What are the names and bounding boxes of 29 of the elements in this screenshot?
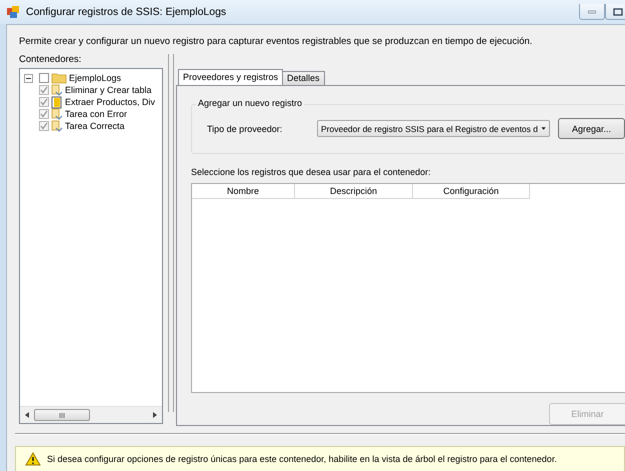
provider-label: Tipo de proveedor:: [207, 124, 284, 134]
provider-dropdown[interactable]: Proveedor de registro SSIS para el Registro de eventos d: [317, 120, 550, 137]
add-button[interactable]: Agregar...: [558, 118, 625, 139]
tree-item[interactable]: EjemploLogs: [69, 73, 122, 83]
folder-icon: [51, 72, 67, 84]
horizontal-scrollbar[interactable]: [20, 406, 162, 423]
tab[interactable]: Proveedores y registros: [178, 69, 284, 85]
column-header[interactable]: Configuración: [413, 184, 530, 198]
column-header[interactable]: Nombre: [192, 184, 296, 198]
warning-icon: [25, 452, 41, 466]
collapse-icon[interactable]: [24, 74, 33, 82]
logs-label: Seleccione los registros que desea usar para el contenedor:: [191, 167, 432, 177]
task-icon: [51, 84, 63, 96]
maximize-icon: [613, 8, 623, 16]
task-icon: [51, 120, 63, 132]
warning-text: Si desea configurar opciones de registro únicas para este contenedor, habilite en la vista de árbol el registro para el contenedor.: [47, 454, 557, 464]
column-header[interactable]: Descripción: [295, 184, 414, 198]
window-title: Configurar registros de SSIS: EjemploLogs: [26, 6, 226, 18]
containers-label: Contenedores:: [19, 54, 82, 65]
app-icon: [6, 5, 20, 19]
task-icon: [51, 96, 63, 108]
task-icon: [51, 108, 63, 120]
description-text: Permite crear y configurar un nuevo registro para capturar eventos registrables que se produzcan en tiempo de ejecución.: [19, 36, 534, 47]
grip-icon: [59, 412, 65, 418]
minimize-icon: [588, 10, 596, 14]
group-title: Agregar un nuevo registro: [196, 98, 304, 108]
tab[interactable]: Detalles: [282, 71, 325, 85]
maximize-button[interactable]: [605, 4, 625, 20]
checkbox[interactable]: [39, 73, 49, 83]
